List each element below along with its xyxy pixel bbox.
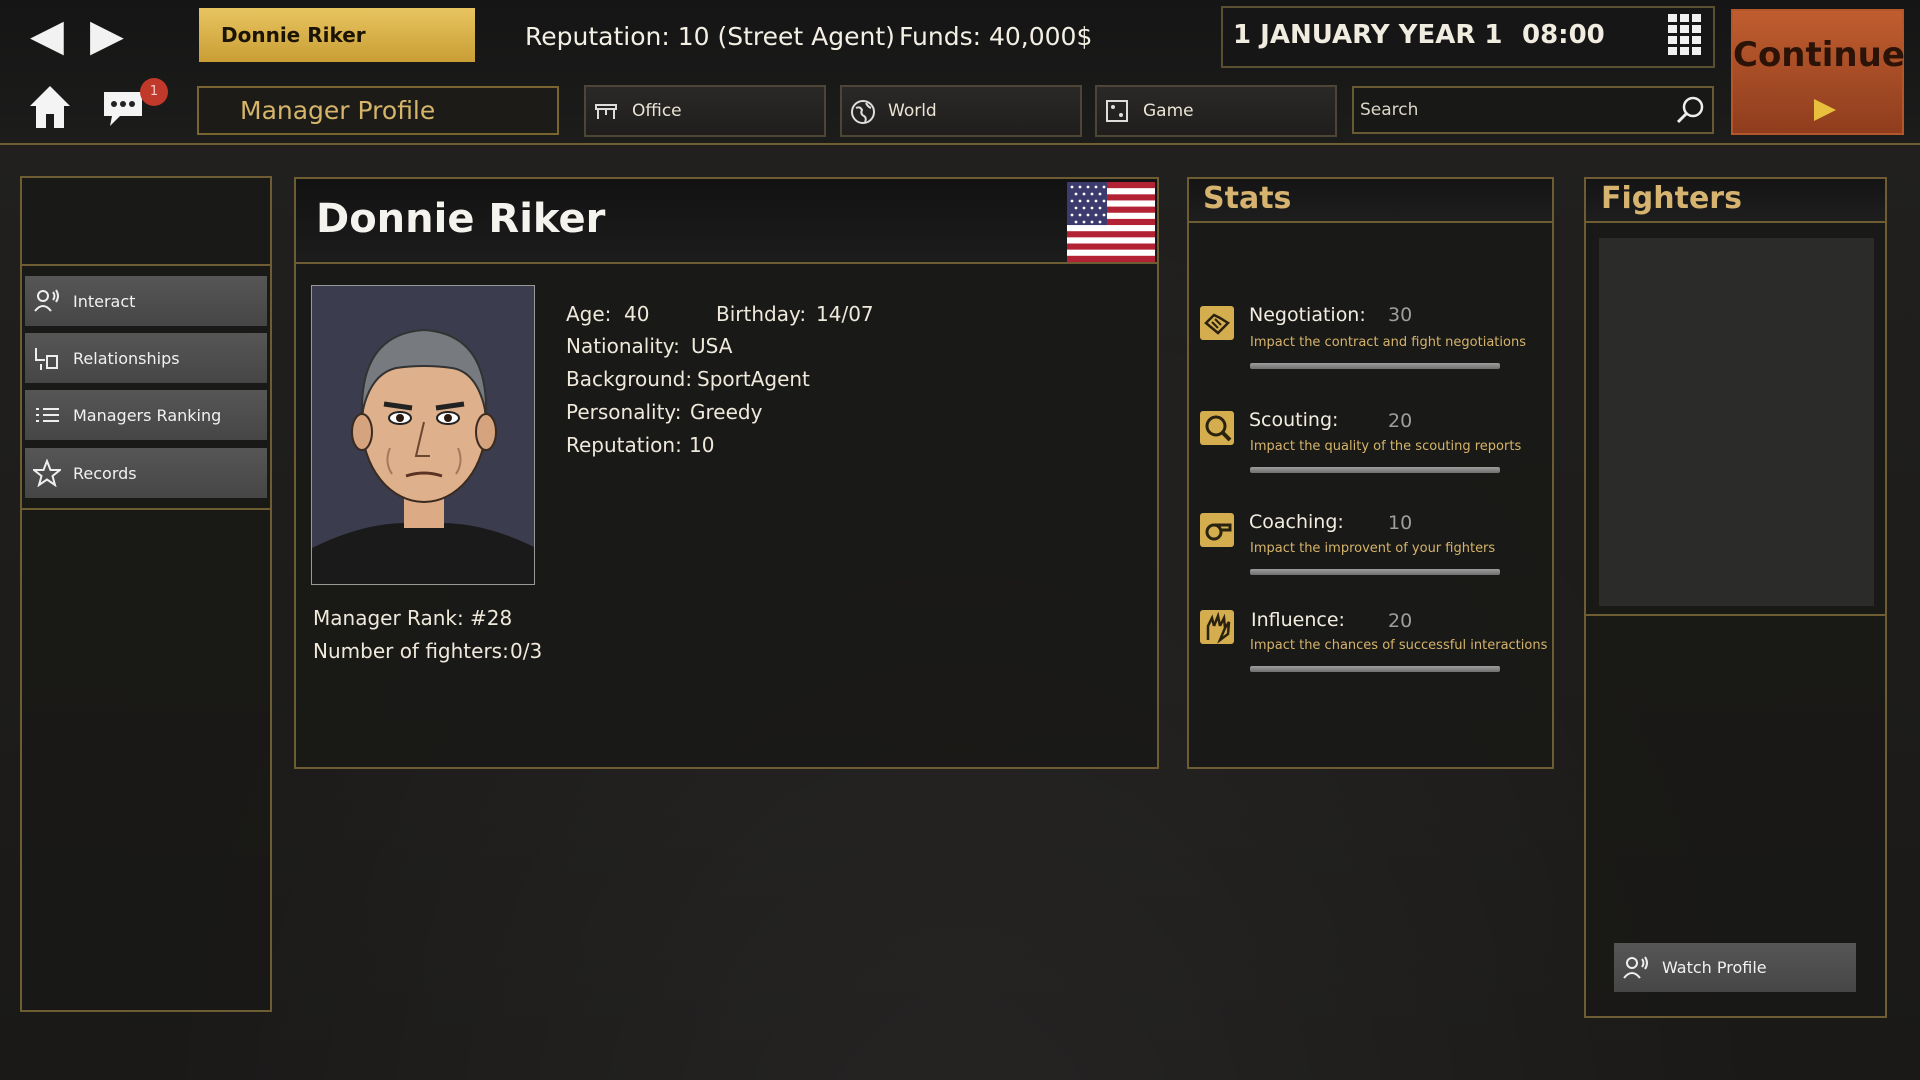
tab-world-label: World [888, 101, 937, 121]
scouting-bar [1250, 467, 1500, 473]
tab-world[interactable]: World [840, 85, 1082, 137]
back-arrow-icon[interactable]: ◀ [30, 14, 64, 58]
tab-office-label: Office [632, 101, 682, 121]
sidebar-item-interact[interactable]: Interact [25, 276, 267, 326]
sidebar-item-label: Records [73, 463, 137, 483]
personality-label: Personality: [566, 400, 682, 424]
stats-panel [1187, 177, 1554, 769]
usa-flag-icon [1067, 182, 1155, 262]
manager-rank-label: Manager Rank: [313, 606, 464, 630]
manager-rank-value: #28 [470, 606, 513, 630]
sidebar-divider [22, 508, 270, 510]
coaching-bar [1250, 569, 1500, 575]
globe-icon [850, 99, 875, 124]
personality-value: Greedy [690, 400, 763, 424]
coaching-desc: Impact the improvent of your fighters [1250, 541, 1496, 556]
background-label: Background: [566, 367, 693, 391]
office-icon [594, 99, 618, 123]
time-text: 08:00 [1522, 20, 1605, 50]
tab-game-label: Game [1143, 101, 1194, 121]
age-label: Age: [566, 302, 612, 326]
scouting-label: Scouting: [1249, 409, 1339, 431]
profile-name: Donnie Riker [316, 196, 606, 242]
game-icon [1105, 99, 1129, 123]
interact-icon [1622, 954, 1650, 982]
continue-button[interactable]: Continue [1731, 9, 1905, 135]
fighters-divider [1586, 614, 1885, 616]
forward-arrow-icon[interactable]: ▶ [90, 14, 124, 58]
ranking-list-icon [33, 401, 61, 429]
coaching-value: 10 [1388, 512, 1413, 534]
influence-value: 20 [1388, 610, 1413, 632]
tab-game[interactable]: Game [1095, 85, 1337, 137]
age-value: 40 [624, 302, 650, 326]
negotiation-desc: Impact the contract and fight negotiatio… [1250, 335, 1526, 350]
handshake-icon [1200, 306, 1234, 340]
sidebar-item-records[interactable]: Records [25, 448, 267, 498]
nationality-label: Nationality: [566, 334, 680, 358]
watch-profile-button[interactable]: Watch Profile [1614, 943, 1856, 992]
reputation-value: 10 [689, 433, 715, 457]
birthday-label: Birthday: [716, 302, 807, 326]
fighters-count-value: 0/3 [510, 639, 543, 663]
influence-hand-icon [1200, 610, 1234, 644]
interact-icon [33, 287, 61, 315]
scouting-desc: Impact the quality of the scouting repor… [1250, 439, 1522, 454]
watch-profile-label: Watch Profile [1662, 958, 1767, 977]
fighters-heading: Fighters [1601, 181, 1742, 216]
fighters-list[interactable] [1599, 238, 1874, 606]
sidebar-item-label: Managers Ranking [73, 405, 222, 425]
relationships-icon [33, 344, 61, 372]
sidebar-divider [22, 264, 270, 266]
manager-portrait [311, 285, 535, 585]
continue-label: Continue [1733, 35, 1905, 75]
birthday-value: 14/07 [816, 302, 874, 326]
sidebar-item-managers-ranking[interactable]: Managers Ranking [25, 390, 267, 440]
sidebar-item-label: Relationships [73, 348, 180, 368]
reputation-label: Reputation: [566, 433, 682, 457]
date-text: 1 JANUARY YEAR 1 [1233, 20, 1503, 50]
manager-name-button[interactable]: Donnie Riker [199, 8, 475, 62]
search-input[interactable]: Search [1352, 86, 1714, 134]
search-placeholder: Search [1360, 100, 1419, 120]
tab-office[interactable]: Office [584, 85, 826, 137]
magnifier-icon [1200, 411, 1234, 445]
notification-badge: 1 [140, 78, 168, 106]
play-icon [1814, 99, 1836, 121]
whistle-icon [1200, 513, 1234, 547]
coaching-label: Coaching: [1249, 511, 1344, 533]
stats-heading: Stats [1203, 181, 1292, 216]
nationality-value: USA [691, 334, 733, 358]
reputation-text: Reputation: 10 (Street Agent) [525, 22, 895, 51]
negotiation-bar [1250, 363, 1500, 369]
influence-desc: Impact the chances of successful interac… [1250, 638, 1548, 653]
search-icon[interactable] [1675, 95, 1705, 125]
home-icon[interactable] [28, 84, 72, 130]
star-icon [31, 458, 63, 488]
app-grid-icon[interactable] [1668, 14, 1704, 56]
influence-label: Influence: [1251, 609, 1345, 631]
background-value: SportAgent [697, 367, 810, 391]
sidebar-item-relationships[interactable]: Relationships [25, 333, 267, 383]
sidebar-item-label: Interact [73, 291, 136, 311]
scouting-value: 20 [1388, 410, 1413, 432]
negotiation-label: Negotiation: [1249, 304, 1366, 326]
fighters-count-label: Number of fighters: [313, 639, 509, 663]
funds-text: Funds: 40,000$ [899, 22, 1093, 51]
influence-bar [1250, 666, 1500, 672]
negotiation-value: 30 [1388, 304, 1413, 326]
tab-manager-profile[interactable]: Manager Profile [197, 86, 559, 135]
